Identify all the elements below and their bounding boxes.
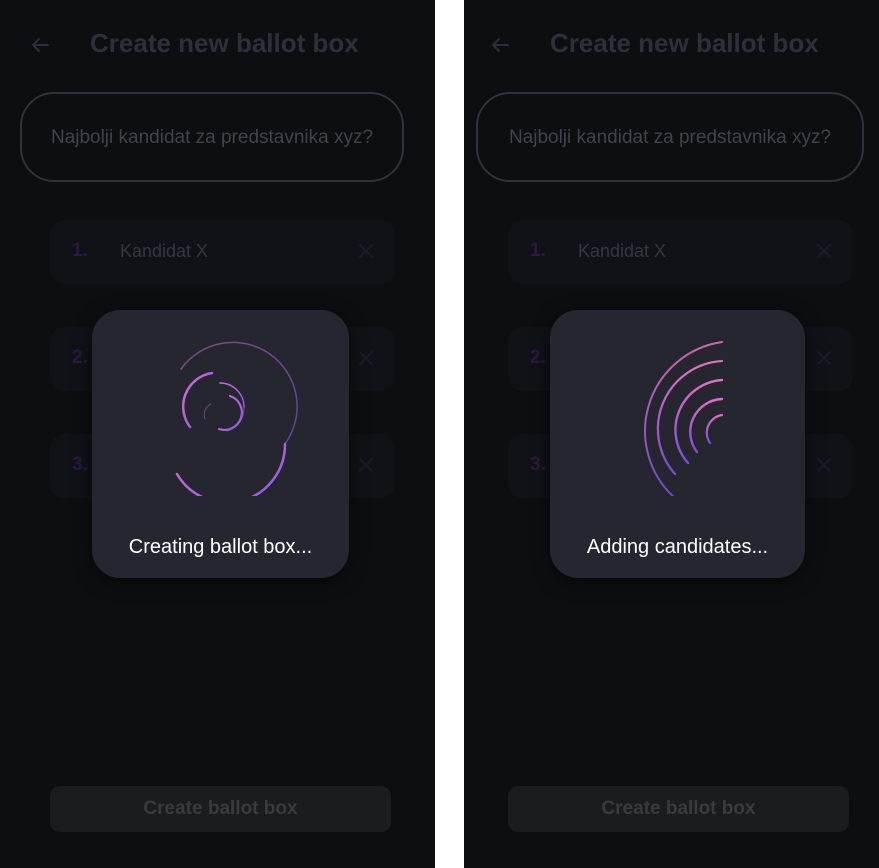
page-title: Create new ballot box bbox=[90, 28, 359, 58]
app-bar: Create new ballot box bbox=[464, 22, 879, 68]
loading-dialog: Creating ballot box... bbox=[92, 310, 349, 578]
candidate-item[interactable]: 1. Kandidat X bbox=[508, 220, 853, 284]
candidate-number: 2. bbox=[530, 347, 546, 368]
phone-screen-adding: Create new ballot box Najbolji kandidat … bbox=[464, 0, 879, 868]
app-bar: Create new ballot box bbox=[0, 22, 435, 68]
remove-candidate-icon[interactable] bbox=[357, 349, 375, 367]
remove-candidate-icon[interactable] bbox=[357, 456, 375, 474]
question-field[interactable]: Najbolji kandidat za predstavnika xyz? bbox=[20, 92, 404, 182]
remove-candidate-icon[interactable] bbox=[815, 242, 833, 260]
remove-candidate-icon[interactable] bbox=[815, 349, 833, 367]
candidate-name: Kandidat X bbox=[120, 241, 209, 261]
candidate-number: 1. bbox=[72, 240, 88, 261]
candidate-item[interactable]: 1. Kandidat X bbox=[50, 220, 395, 284]
candidate-number: 1. bbox=[530, 240, 546, 261]
create-ballot-box-button[interactable]: Create ballot box bbox=[50, 786, 391, 832]
create-ballot-box-button[interactable]: Create ballot box bbox=[508, 786, 849, 832]
question-field[interactable]: Najbolji kandidat za predstavnika xyz? bbox=[476, 92, 864, 182]
back-arrow-icon[interactable] bbox=[486, 31, 514, 59]
loading-message: Creating ballot box... bbox=[128, 536, 313, 558]
phone-screen-creating: Create new ballot box Najbolji kandidat … bbox=[0, 0, 435, 868]
loading-spinner-icon bbox=[175, 341, 298, 496]
candidate-number: 3. bbox=[72, 454, 88, 475]
remove-candidate-icon[interactable] bbox=[815, 456, 833, 474]
candidate-number: 3. bbox=[530, 454, 546, 475]
remove-candidate-icon[interactable] bbox=[357, 242, 375, 260]
loading-spinner-icon bbox=[644, 341, 724, 496]
page-title: Create new ballot box bbox=[550, 28, 819, 58]
loading-message: Adding candidates... bbox=[586, 536, 769, 558]
candidate-name: Kandidat X bbox=[578, 241, 667, 261]
candidate-number: 2. bbox=[72, 347, 88, 368]
loading-dialog: Adding candidates... bbox=[550, 310, 805, 578]
back-arrow-icon[interactable] bbox=[26, 31, 54, 59]
